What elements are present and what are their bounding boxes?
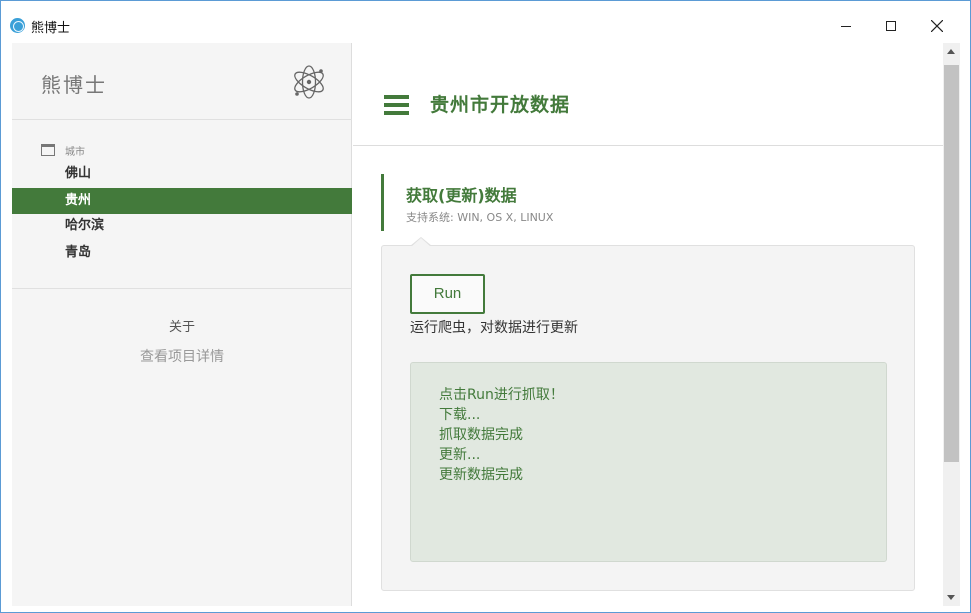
- maximize-icon: [886, 21, 896, 31]
- scroll-up-arrow-icon[interactable]: [943, 43, 960, 60]
- scroll-down-arrow-icon[interactable]: [943, 589, 960, 606]
- sidebar-divider: [12, 288, 352, 289]
- supported-systems: 支持系统: WIN, OS X, LINUX: [406, 211, 554, 224]
- section-title: 获取(更新)数据: [406, 186, 517, 205]
- scrollbar-thumb[interactable]: [944, 65, 959, 462]
- sidebar: 熊博士 城市 佛山 贵州 哈尔滨 青岛 关于 查看项目详情: [12, 43, 352, 606]
- log-output: 点击Run进行抓取！ 下载... 抓取数据完成 更新... 更新数据完成: [410, 362, 887, 562]
- page-title: 贵州市开放数据: [430, 94, 571, 116]
- main-content: 贵州市开放数据 获取(更新)数据 支持系统: WIN, OS X, LINUX …: [353, 43, 943, 606]
- page-header: 贵州市开放数据: [353, 43, 943, 146]
- brand-name: 熊博士: [41, 73, 107, 97]
- log-line: 下载...: [439, 407, 481, 423]
- minimize-icon: [841, 26, 851, 27]
- about-heading: 关于: [168, 320, 195, 335]
- log-line: 点击Run进行抓取！: [439, 387, 564, 403]
- window-icon: [41, 144, 55, 156]
- panel-pointer: [410, 237, 432, 247]
- sidebar-item-harbin[interactable]: 哈尔滨: [12, 213, 352, 239]
- sidebar-divider: [12, 119, 352, 120]
- sidebar-item-foshan[interactable]: 佛山: [12, 161, 352, 187]
- project-details-link[interactable]: 查看项目详情: [12, 346, 352, 366]
- window-title: 熊博士: [31, 21, 71, 36]
- section-heading: 获取(更新)数据 支持系统: WIN, OS X, LINUX: [381, 174, 591, 231]
- sidebar-item-qingdao[interactable]: 青岛: [12, 240, 352, 266]
- log-line: 更新...: [439, 447, 481, 463]
- vertical-scrollbar[interactable]: [943, 43, 960, 606]
- log-line: 更新数据完成: [439, 467, 523, 483]
- title-bar[interactable]: 熊博士: [1, 1, 970, 43]
- atom-icon: [294, 65, 324, 99]
- run-description: 运行爬虫，对数据进行更新: [410, 320, 578, 336]
- close-button[interactable]: [914, 11, 960, 41]
- hamburger-icon[interactable]: [384, 95, 409, 115]
- close-icon: [931, 20, 943, 32]
- minimize-button[interactable]: [823, 11, 869, 41]
- log-line: 抓取数据完成: [439, 427, 523, 443]
- run-panel: Run 运行爬虫，对数据进行更新 点击Run进行抓取！ 下载... 抓取数据完成…: [381, 237, 915, 591]
- app-icon: [10, 18, 25, 33]
- city-section-label: 城市: [65, 147, 85, 158]
- sidebar-item-guizhou[interactable]: 贵州: [12, 188, 352, 214]
- run-button[interactable]: Run: [410, 274, 485, 314]
- app-window: 熊博士 熊博士 城市 佛山 贵州 哈尔滨 青岛 关于 查看项目详情 贵州市开放数…: [0, 0, 971, 613]
- maximize-button[interactable]: [868, 11, 914, 41]
